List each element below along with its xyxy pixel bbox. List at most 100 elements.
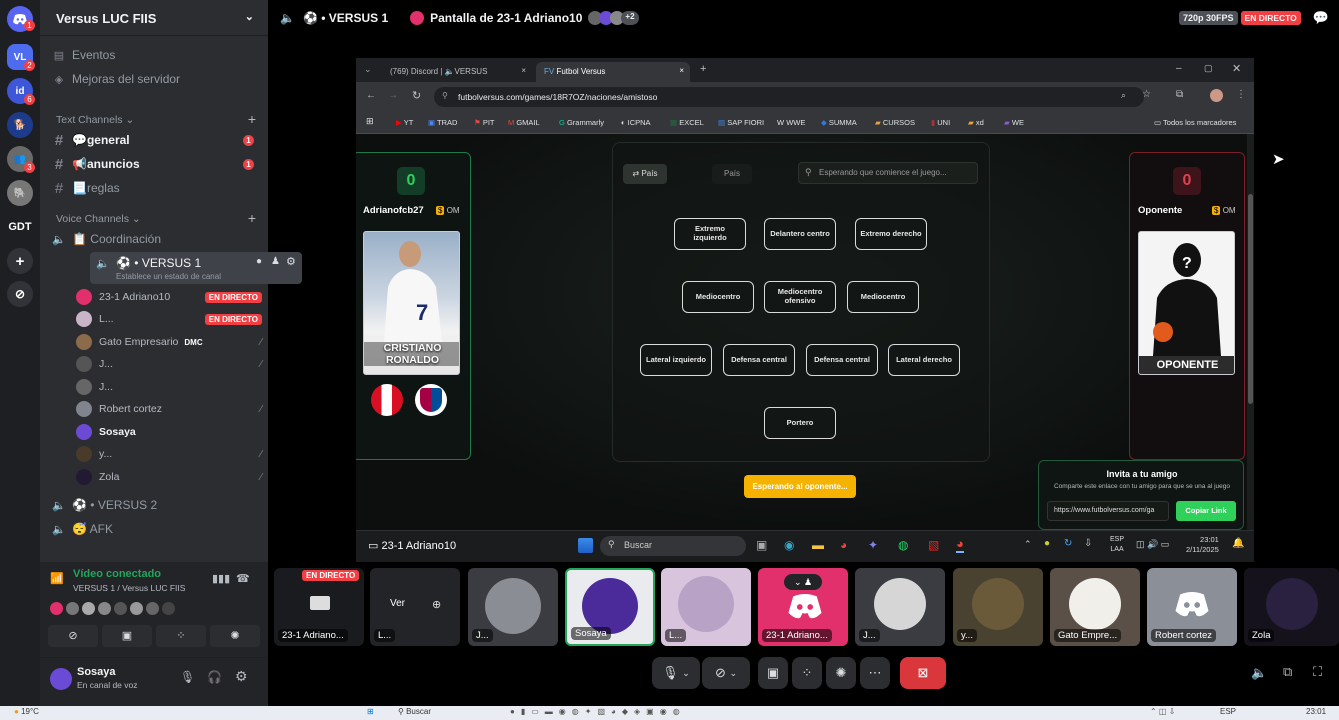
position-extremo-derecho[interactable]: Extremo derecho (855, 218, 927, 250)
camera-off-icon[interactable]: ⊘ (48, 625, 98, 647)
bookmark-gmail[interactable]: M GMAIL (508, 118, 540, 127)
share-screen-button[interactable]: ▣ (758, 657, 788, 689)
soundboard-button[interactable]: ✺ (826, 657, 856, 689)
tray-icon[interactable]: ● (1044, 538, 1050, 549)
position-delantero-centro[interactable]: Delantero centro (764, 218, 836, 250)
user-options-icon[interactable]: ⌄ ♟ (784, 574, 822, 590)
extensions-icon[interactable]: ⧉ (1176, 89, 1183, 100)
boost-link[interactable]: ◈ Mejoras del servidor (50, 68, 262, 90)
star-icon[interactable]: ☆ (1142, 89, 1151, 100)
copy-link-button[interactable]: Copiar Link (1176, 501, 1236, 521)
menu-icon[interactable]: ⋮ (1236, 89, 1246, 100)
page-scrollbar[interactable] (1247, 134, 1254, 530)
tray-icon[interactable]: ⇩ (1084, 538, 1092, 549)
bookmark-xd[interactable]: ▰ xd (968, 118, 984, 127)
voice-user[interactable]: Robert cortez ⁄ (76, 399, 262, 419)
position-defensa-central[interactable]: Defensa central (806, 344, 878, 376)
position-mediocentro[interactable]: Mediocentro (847, 281, 919, 313)
bookmark-wwe[interactable]: W WWE (777, 118, 805, 127)
voice-channel-afk[interactable]: 🔈 😴 AFK (50, 518, 262, 540)
channel-general[interactable]: # 💬general 1 (50, 129, 262, 151)
restore-icon[interactable]: ▢ (1204, 63, 1213, 74)
tab-futbol-versus[interactable]: FV Futbol Versus × (536, 62, 690, 82)
bookmark-excel[interactable]: ▦ EXCEL (670, 118, 704, 127)
popout-icon[interactable]: ⧉ (1283, 664, 1292, 680)
participant-tile[interactable]: J... (468, 568, 558, 646)
new-tab-icon[interactable]: + (700, 63, 706, 75)
windows-start-icon[interactable]: ⊞ (367, 707, 374, 716)
tray-chevron-icon[interactable]: ⌃ (1024, 539, 1032, 550)
bookmark-trad[interactable]: ▣ TRAD (428, 118, 457, 127)
server-icon-animal[interactable]: 🐘 (7, 180, 33, 206)
position-extremo-izquierdo[interactable]: Extremo izquierdo (674, 218, 746, 250)
text-category[interactable]: Text Channels ⌄ (56, 114, 134, 126)
participant-tile[interactable]: y... (953, 568, 1043, 646)
tab-pais[interactable]: País (712, 164, 752, 184)
voice-user[interactable]: Zola ⁄ (76, 467, 262, 487)
participant-tile[interactable]: Robert cortez (1147, 568, 1237, 646)
network-volume-icons[interactable]: ◫ 🔊 ▭ (1136, 539, 1169, 550)
channel-anuncios[interactable]: # 📢anuncios 1 (50, 153, 262, 175)
voice-bars-icon[interactable]: ▮▮▮ (212, 572, 230, 585)
channel-reglas[interactable]: # 📃reglas (50, 177, 262, 199)
headphones-icon[interactable]: 🎧 (207, 670, 222, 684)
tray-icon[interactable]: ↻ (1064, 538, 1072, 549)
teams-icon[interactable]: ✦ (868, 538, 878, 552)
bookmark-summa[interactable]: ◆ SUMMA (821, 118, 857, 127)
camera-button[interactable]: ⊘ ⌄ (702, 657, 750, 689)
game-search-input[interactable]: ⚲ Esperando que comience el juego... (798, 162, 978, 184)
watch-stream-icon[interactable]: ⊕ (432, 598, 441, 611)
voice-user[interactable]: y... ⁄ (76, 444, 262, 464)
os-language[interactable]: ESP (1220, 707, 1236, 716)
apps-icon[interactable]: ⊞ (366, 116, 374, 127)
add-server-icon[interactable]: + (7, 248, 33, 274)
whatsapp-icon[interactable]: ◍ (898, 538, 908, 552)
watch-label[interactable]: Ver (390, 598, 405, 609)
position-defensa-central[interactable]: Defensa central (723, 344, 795, 376)
bookmark-yt[interactable]: ▶ YT (396, 118, 413, 127)
participant-tile[interactable]: EN DIRECTO 23-1 Adriano... (274, 568, 364, 646)
language-indicator[interactable]: ESP LAA (1110, 535, 1124, 555)
tray-icons[interactable]: ⌃ ◫ ⇩ (1150, 707, 1175, 716)
os-clock[interactable]: 23:01 (1306, 707, 1326, 716)
tab-pais-active[interactable]: ⇄ País (623, 164, 667, 184)
weather-widget[interactable]: ● 19°C (14, 707, 39, 716)
task-view-icon[interactable]: ▣ (756, 538, 767, 552)
edge-icon[interactable]: ◉ (784, 538, 794, 552)
reload-icon[interactable]: ↻ (412, 89, 421, 102)
position-mediocentro-ofensivo[interactable]: Mediocentro ofensivo (764, 281, 836, 313)
bookmark-grammarly[interactable]: G Grammarly (559, 118, 604, 127)
profile-avatar[interactable] (1210, 89, 1223, 102)
all-bookmarks[interactable]: ▭ Todos los marcadores (1154, 118, 1236, 127)
site-info-icon[interactable]: ⚲ (442, 91, 448, 100)
voice-user[interactable]: 23-1 Adriano10 EN DIRECTO (76, 287, 262, 307)
chrome-icon[interactable]: ◕ (840, 538, 847, 552)
voice-user[interactable]: Gato Empresario DMC ⁄ (76, 332, 262, 352)
bookmark-uni[interactable]: ▮ UNI (931, 118, 950, 127)
participant-tile[interactable]: Zola (1244, 568, 1339, 646)
notification-icon[interactable]: 🔔 (1232, 538, 1244, 549)
forward-icon[interactable]: → (388, 90, 398, 101)
voice-channel-versus2[interactable]: 🔈 ⚽ • VERSUS 2 (50, 494, 262, 516)
participant-tile-speaking[interactable]: Sosaya (565, 568, 655, 646)
microphone-button[interactable]: 🎙 ⌄ (652, 657, 700, 689)
taskbar-search[interactable]: ⚲ Buscar (600, 536, 746, 556)
minimize-icon[interactable]: – (1176, 63, 1182, 74)
pinned-apps-icons[interactable]: ●▮▭▬◉◍✦▧◕◆◈▣◉◍ (510, 707, 686, 716)
screen-share-stream[interactable]: ⌄ (769) Discord | 🔈VERSUS × FV Futbol Ve… (356, 58, 1254, 562)
close-icon[interactable]: × (679, 66, 684, 75)
close-icon[interactable]: × (521, 66, 526, 75)
add-channel-icon[interactable]: + (248, 111, 256, 127)
chrome-active-icon[interactable]: ◕ (956, 536, 964, 553)
voice-channel-path[interactable]: VERSUS 1 / Versus LUC FIIS (73, 583, 185, 593)
participant-tile[interactable]: Gato Empre... (1050, 568, 1140, 646)
zoom-icon[interactable]: ⌕ (1121, 90, 1126, 101)
bookmark-cursos[interactable]: ▰ CURSOS (875, 118, 915, 127)
folder-icon[interactable]: ▬ (812, 538, 824, 552)
activities-icon[interactable]: ⁘ (156, 625, 206, 647)
voice-category[interactable]: Voice Channels ⌄ (56, 213, 141, 225)
microphone-icon[interactable]: 🎙 (180, 670, 195, 684)
position-portero[interactable]: Portero (764, 407, 836, 439)
voice-user[interactable]: Sosaya (76, 422, 262, 442)
app-icon[interactable]: ▧ (928, 538, 939, 552)
